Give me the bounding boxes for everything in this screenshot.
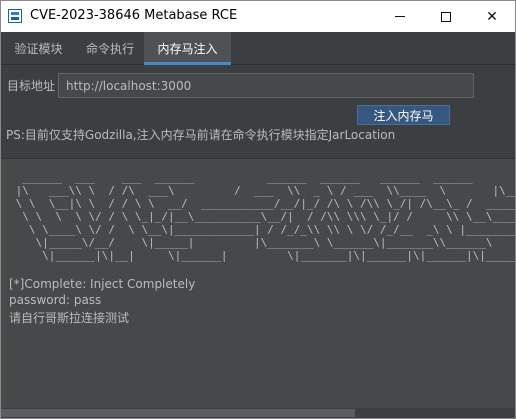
title-bar[interactable]: CVE-2023-38646 Metabase RCE ✕ (1, 1, 515, 32)
output-line-password: password: pass (9, 293, 102, 307)
tab-memshell-inject-label: 内存马注入 (157, 42, 218, 56)
inject-memshell-button[interactable]: 注入内存马 (357, 105, 450, 125)
target-address-input[interactable] (58, 73, 474, 98)
target-address-label: 目标地址 (7, 79, 56, 93)
window-title: CVE-2023-38646 Metabase RCE (30, 8, 238, 23)
app-window: CVE-2023-38646 Metabase RCE ✕ 验证模块 命令执行 … (0, 0, 516, 419)
main-panel: 验证模块 命令执行 内存马注入 目标地址 注入内存马 PS:目前仅支持Godzi… (1, 32, 515, 418)
scrollbar-thumb[interactable] (1, 409, 355, 417)
close-button[interactable]: ✕ (469, 1, 515, 32)
output-console[interactable]: ______ ___ ___ ______ ______ ______ ____… (1, 158, 515, 408)
output-line-status: [*]Complete: Inject Completely (9, 277, 196, 291)
tab-verify[interactable]: 验证模块 (1, 32, 76, 65)
tab-command-exec[interactable]: 命令执行 (76, 32, 144, 65)
minimize-button[interactable] (377, 1, 423, 32)
tab-bar: 验证模块 命令执行 内存马注入 (1, 32, 515, 65)
minimize-icon (395, 16, 405, 17)
ascii-banner: ______ ___ ___ ______ ______ ______ ____… (15, 171, 515, 262)
close-icon: ✕ (486, 8, 498, 25)
maximize-button[interactable] (423, 1, 469, 32)
output-line-hint: 请自行哥斯拉连接测试 (9, 311, 130, 325)
active-tab-indicator (144, 62, 231, 65)
ps-note: PS:目前仅支持Godzilla,注入内存马前请在命令执行模块指定JarLoca… (6, 128, 396, 142)
app-icon (8, 9, 22, 23)
maximize-icon (441, 11, 451, 22)
horizontal-scrollbar[interactable] (1, 408, 515, 418)
tab-memshell-inject[interactable]: 内存马注入 (144, 32, 231, 65)
